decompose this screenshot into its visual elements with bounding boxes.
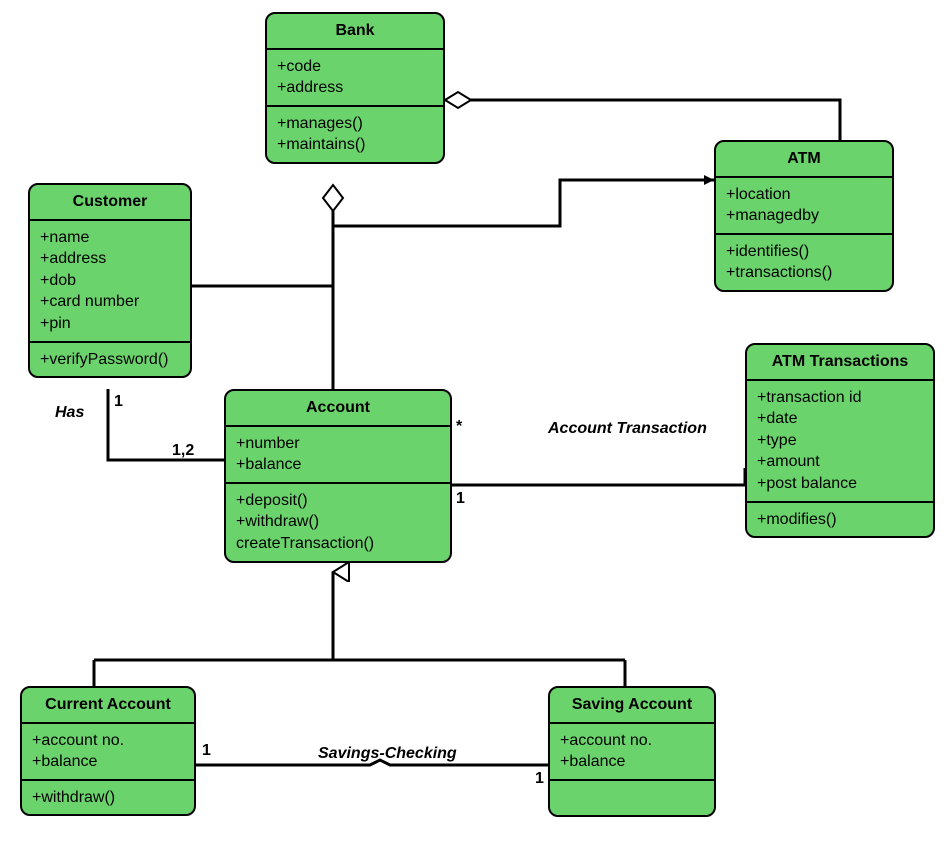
rel-bank-aggregation-down (192, 180, 714, 389)
class-attributes: +location +managedby (716, 176, 892, 233)
rel-bank-atm-aggregation (445, 92, 840, 140)
class-account: Account +number +balance +deposit() +wit… (224, 389, 452, 563)
op: +deposit() (236, 490, 440, 512)
class-title: Bank (267, 14, 443, 48)
attr: +managedby (726, 205, 882, 227)
class-title: Account (226, 391, 450, 425)
attr: +balance (32, 751, 184, 773)
attr: +account no. (560, 730, 704, 752)
class-operations: +verifyPassword() (30, 341, 190, 377)
op: +modifies() (757, 509, 923, 531)
rel-customer-account-has (108, 389, 224, 460)
class-current-account: Current Account +account no. +balance +w… (20, 686, 196, 816)
attr: +location (726, 184, 882, 206)
attr: +code (277, 56, 433, 78)
op: createTransaction() (236, 533, 440, 555)
attr: +post balance (757, 473, 923, 495)
attr: +card number (40, 291, 180, 313)
class-attributes: +name +address +dob +card number +pin (30, 219, 190, 341)
attr: +type (757, 430, 923, 452)
mult-account-star: * (456, 418, 462, 436)
label-savings-checking: Savings-Checking (318, 745, 457, 763)
op: +withdraw() (236, 511, 440, 533)
mult-customer-12: 1,2 (172, 442, 194, 460)
class-atm: ATM +location +managedby +identifies() +… (714, 140, 894, 292)
class-bank: Bank +code +address +manages() +maintain… (265, 12, 445, 164)
uml-class-diagram: Bank +code +address +manages() +maintain… (0, 0, 951, 855)
class-operations (550, 779, 714, 815)
mult-account-1: 1 (456, 490, 465, 508)
mult-current-1: 1 (202, 742, 211, 760)
op: +transactions() (726, 262, 882, 284)
class-title: Customer (30, 185, 190, 219)
attr: +date (757, 408, 923, 430)
attr: +dob (40, 270, 180, 292)
attr: +pin (40, 313, 180, 335)
class-attributes: +account no. +balance (22, 722, 194, 779)
attr: +balance (560, 751, 704, 773)
class-operations: +identifies() +transactions() (716, 233, 892, 290)
class-operations: +withdraw() (22, 779, 194, 815)
attr: +address (277, 77, 433, 99)
class-customer: Customer +name +address +dob +card numbe… (28, 183, 192, 378)
label-has: Has (55, 404, 84, 422)
attr: +amount (757, 451, 923, 473)
op: +manages() (277, 113, 433, 135)
attr: +balance (236, 454, 440, 476)
class-title: Saving Account (550, 688, 714, 722)
class-saving-account: Saving Account +account no. +balance (548, 686, 716, 817)
class-title: ATM Transactions (747, 345, 933, 379)
attr: +transaction id (757, 387, 923, 409)
op: +identifies() (726, 241, 882, 263)
class-attributes: +number +balance (226, 425, 450, 482)
rel-generalization-accounts (94, 572, 625, 686)
attr: +number (236, 433, 440, 455)
attr: +address (40, 248, 180, 270)
rel-account-transactions (452, 468, 745, 485)
mult-saving-1: 1 (535, 770, 544, 788)
class-attributes: +account no. +balance (550, 722, 714, 779)
label-account-transaction: Account Transaction (548, 420, 707, 438)
class-operations: +modifies() (747, 501, 933, 537)
op: +maintains() (277, 134, 433, 156)
op: +verifyPassword() (40, 349, 180, 371)
class-attributes: +code +address (267, 48, 443, 105)
mult-customer-1: 1 (114, 393, 123, 411)
op: +withdraw() (32, 787, 184, 809)
class-attributes: +transaction id +date +type +amount +pos… (747, 379, 933, 501)
class-operations: +deposit() +withdraw() createTransaction… (226, 482, 450, 561)
class-atm-transactions: ATM Transactions +transaction id +date +… (745, 343, 935, 538)
rel-savings-checking (196, 760, 548, 765)
class-title: ATM (716, 142, 892, 176)
attr: +account no. (32, 730, 184, 752)
class-operations: +manages() +maintains() (267, 105, 443, 162)
class-title: Current Account (22, 688, 194, 722)
attr: +name (40, 227, 180, 249)
